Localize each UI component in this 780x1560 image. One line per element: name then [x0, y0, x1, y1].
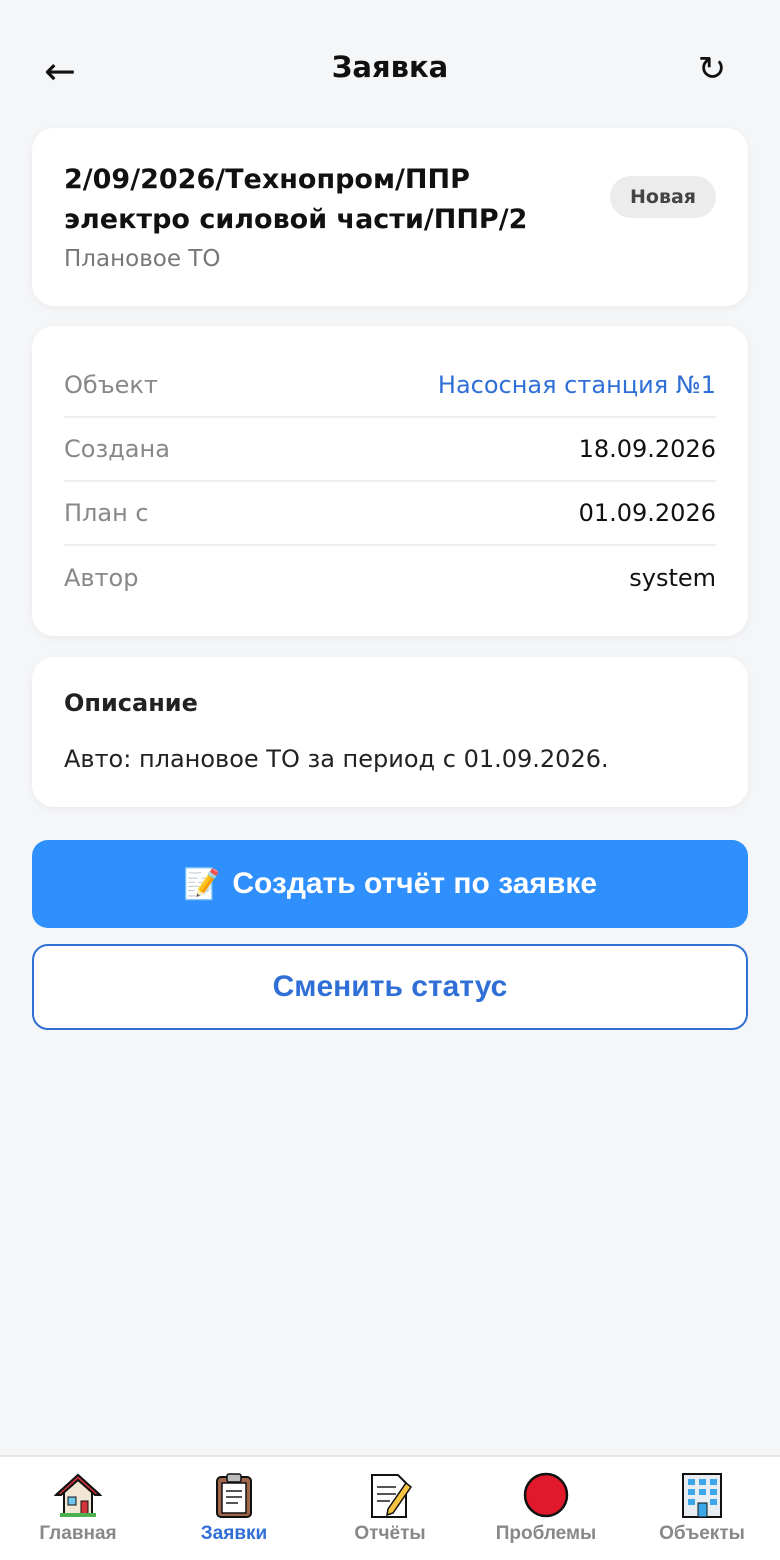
info-label: Создана — [64, 435, 170, 463]
home-icon — [54, 1473, 102, 1517]
nav-item-problems[interactable]: Проблемы — [468, 1457, 624, 1560]
request-summary-card: 2/09/2026/Технопром/ППР электро силовой … — [32, 128, 748, 306]
info-row-author: Автор system — [64, 546, 716, 610]
clipboard-icon — [216, 1473, 252, 1518]
nav-item-requests[interactable]: Заявки — [156, 1457, 312, 1560]
info-value: system — [629, 564, 716, 592]
nav-label: Проблемы — [495, 1523, 597, 1544]
info-row-plan: План с 01.09.2026 — [64, 482, 716, 546]
info-value: 01.09.2026 — [578, 499, 716, 527]
nav-label: Главная — [39, 1523, 117, 1544]
nav-label: Отчёты — [354, 1523, 426, 1544]
description-text: Авто: плановое ТО за период с 01.09.2026… — [64, 745, 609, 773]
change-status-button[interactable]: Сменить статус — [32, 944, 748, 1030]
info-label: Объект — [64, 371, 158, 399]
change-status-label: Сменить статус — [272, 970, 508, 1003]
request-type: Плановое ТО — [64, 246, 221, 272]
page-title: Заявка — [331, 50, 449, 84]
request-title: 2/09/2026/Технопром/ППР электро силовой … — [64, 164, 528, 235]
nav-label: Объекты — [659, 1523, 745, 1544]
bottom-navigation: Главная Заявки Отчёты Проблемы Объекты — [0, 1455, 780, 1560]
create-report-button[interactable]: 📝 Создать отчёт по заявке — [32, 840, 748, 928]
top-bar: ← Заявка ↻ — [0, 0, 780, 128]
nav-item-home[interactable]: Главная — [0, 1457, 156, 1560]
nav-item-objects[interactable]: Объекты — [624, 1457, 780, 1560]
red-circle-icon — [523, 1472, 569, 1518]
description-card: Описание Авто: плановое ТО за период с 0… — [32, 657, 748, 807]
memo-icon: 📝 — [182, 867, 221, 901]
refresh-icon: ↻ — [697, 49, 727, 89]
object-link[interactable]: Насосная станция №1 — [438, 371, 716, 399]
memo-icon — [371, 1474, 413, 1518]
status-badge: Новая — [610, 176, 716, 218]
info-value: 18.09.2026 — [578, 435, 716, 463]
create-report-label: Создать отчёт по заявке — [232, 867, 598, 900]
description-heading: Описание — [64, 689, 198, 717]
refresh-button[interactable]: ↻ — [692, 44, 732, 94]
nav-label: Заявки — [200, 1523, 268, 1544]
info-row-created: Создана 18.09.2026 — [64, 418, 716, 482]
info-label: План с — [64, 499, 149, 527]
request-info-card: Объект Насосная станция №1 Создана 18.09… — [32, 326, 748, 636]
nav-item-reports[interactable]: Отчёты — [312, 1457, 468, 1560]
building-icon — [682, 1473, 722, 1518]
info-label: Автор — [64, 564, 139, 592]
info-row-object: Объект Насосная станция №1 — [64, 354, 716, 418]
